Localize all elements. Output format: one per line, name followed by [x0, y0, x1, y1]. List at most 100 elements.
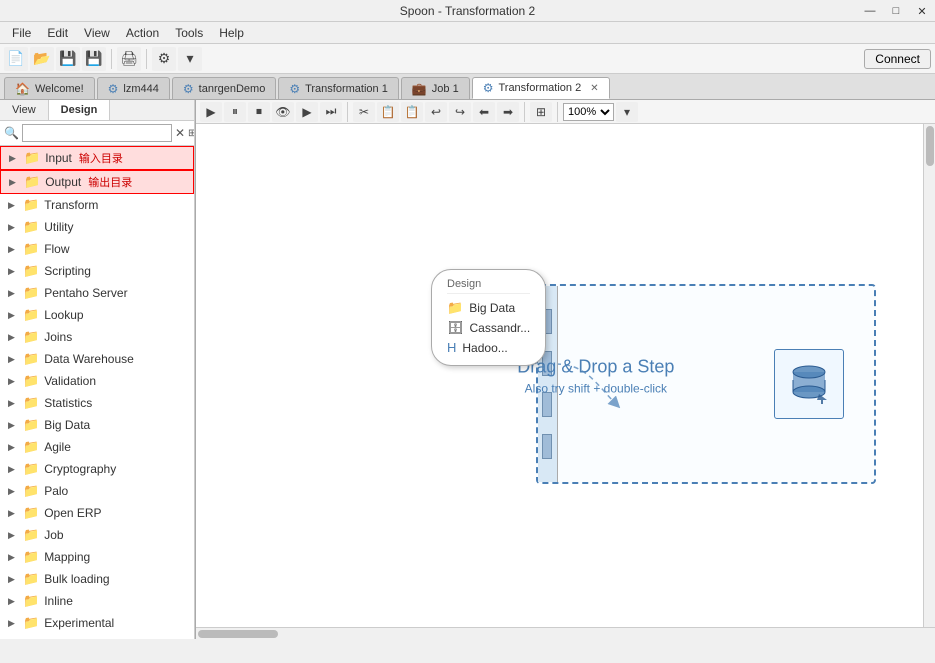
tab-trans1[interactable]: ⚙ Transformation 1 [278, 77, 399, 99]
folder-icon-utility: 📁 [23, 219, 39, 235]
clear-search-icon[interactable]: ✕ [175, 124, 185, 142]
maximize-button[interactable]: □ [883, 0, 909, 22]
folder-icon-statistics: 📁 [23, 395, 39, 411]
canvas[interactable]: Design 📁 Big Data 🗄 Cassandr... H Hadoo.… [196, 124, 923, 627]
expand-arrow-datawarehouse: ▶ [8, 354, 18, 365]
database-svg [787, 362, 832, 407]
cut-button[interactable]: ✂ [353, 102, 375, 122]
step-item-job[interactable]: ▶ 📁 Job [0, 524, 194, 546]
tab-trans2[interactable]: ⚙ Transformation 2 ✕ [472, 77, 610, 99]
pause-button[interactable]: ⏸ [224, 102, 246, 122]
bar-segment-3 [542, 392, 552, 417]
tab-close-trans2[interactable]: ✕ [590, 83, 598, 94]
tab-welcome[interactable]: 🏠 Welcome! [4, 77, 95, 99]
run-button[interactable]: ▶ [200, 102, 222, 122]
step-label-joins: Joins [44, 330, 72, 344]
run-step-button[interactable]: ▶ [296, 102, 318, 122]
menu-file[interactable]: File [4, 24, 39, 42]
step-item-input[interactable]: ▶ 📁 Input 输入目录 [0, 146, 194, 170]
step-item-datawarehouse[interactable]: ▶ 📁 Data Warehouse [0, 348, 194, 370]
step-item-lookup[interactable]: ▶ 📁 Lookup [0, 304, 194, 326]
toolbar-separator-1 [111, 49, 112, 69]
expand-arrow-statistics: ▶ [8, 398, 18, 409]
expand-all-icon[interactable]: ⊞ [188, 124, 195, 142]
tab-tanrgen[interactable]: ⚙ tanrgenDemo [172, 77, 276, 99]
skip-button[interactable]: ⏭ [320, 102, 342, 122]
step-item-mapping[interactable]: ▶ 📁 Mapping [0, 546, 194, 568]
panel-tab-view[interactable]: View [0, 100, 49, 120]
menu-tools[interactable]: Tools [167, 24, 211, 42]
annotation-output: 输出目录 [88, 174, 132, 190]
tab-label-job1: Job 1 [432, 83, 459, 95]
tooltip-db-icon-cassandra: 🗄 [447, 320, 464, 336]
copy-button[interactable]: 📋 [377, 102, 399, 122]
paste-button[interactable]: 📋 [401, 102, 423, 122]
expand-arrow-cryptography: ▶ [8, 464, 18, 475]
menu-help[interactable]: Help [211, 24, 252, 42]
folder-icon-openErp: 📁 [23, 505, 39, 521]
stop-button[interactable]: ⏹ [248, 102, 270, 122]
h-scroll-thumb[interactable] [198, 630, 278, 638]
menu-action[interactable]: Action [118, 24, 167, 42]
menu-edit[interactable]: Edit [39, 24, 76, 42]
step-item-pentaho[interactable]: ▶ 📁 Pentaho Server [0, 282, 194, 304]
undo-button[interactable]: ↩ [425, 102, 447, 122]
step-item-palo[interactable]: ▶ 📁 Palo [0, 480, 194, 502]
step-label-validation: Validation [44, 374, 96, 388]
tab-label-trans1: Transformation 1 [305, 83, 388, 95]
step-item-statistics[interactable]: ▶ 📁 Statistics [0, 392, 194, 414]
options-button[interactable]: ▾ [178, 47, 202, 71]
step-item-inline[interactable]: ▶ 📁 Inline [0, 590, 194, 612]
connect-button[interactable]: Connect [864, 49, 931, 69]
new-button[interactable]: 📄 [4, 47, 28, 71]
align-button[interactable]: ⊞ [530, 102, 552, 122]
expand-arrow-validation: ▶ [8, 376, 18, 387]
forward-button[interactable]: ➡ [497, 102, 519, 122]
preview-button[interactable]: 👁 [272, 102, 294, 122]
step-item-flow[interactable]: ▶ 📁 Flow [0, 238, 194, 260]
zoom-dropdown-button[interactable]: ▾ [616, 102, 638, 122]
tab-icon-welcome: 🏠 [15, 82, 30, 96]
step-item-cryptography[interactable]: ▶ 📁 Cryptography [0, 458, 194, 480]
search-input[interactable] [22, 124, 172, 142]
tab-lzm444[interactable]: ⚙ lzm444 [97, 77, 170, 99]
window-controls: — □ ✕ [857, 0, 935, 22]
step-item-validation[interactable]: ▶ 📁 Validation [0, 370, 194, 392]
menu-view[interactable]: View [76, 24, 118, 42]
tooltip-cassandra: 🗄 Cassandr... [447, 318, 530, 338]
horizontal-scrollbar[interactable] [196, 627, 935, 639]
open-button[interactable]: 📂 [30, 47, 54, 71]
panel-tab-design[interactable]: Design [49, 100, 111, 120]
db-icon [774, 349, 844, 419]
back-button[interactable]: ⬅ [473, 102, 495, 122]
save-button[interactable]: 💾 [56, 47, 80, 71]
print-button[interactable]: 🖨 [117, 47, 141, 71]
expand-arrow-palo: ▶ [8, 486, 18, 497]
step-item-openErp[interactable]: ▶ 📁 Open ERP [0, 502, 194, 524]
save-as-button[interactable]: 💾 [82, 47, 106, 71]
step-item-bulkLoading[interactable]: ▶ 📁 Bulk loading [0, 568, 194, 590]
app-title: Spoon - Transformation 2 [400, 4, 535, 18]
step-item-deprecated[interactable]: ▶ 📁 Deprecated [0, 634, 194, 639]
tab-job1[interactable]: 💼 Job 1 [401, 77, 470, 99]
step-item-transform[interactable]: ▶ 📁 Transform [0, 194, 194, 216]
step-item-agile[interactable]: ▶ 📁 Agile [0, 436, 194, 458]
step-item-output[interactable]: ▶ 📁 Output 输出目录 [0, 170, 194, 194]
vertical-scrollbar[interactable] [923, 124, 935, 627]
expand-arrow-experimental: ▶ [8, 618, 18, 629]
step-item-joins[interactable]: ▶ 📁 Joins [0, 326, 194, 348]
zoom-select[interactable]: 100% [563, 103, 614, 121]
steps-list: ▶ 📁 Input 输入目录 ▶ 📁 Output 输出目录 ▶ 📁 Trans… [0, 146, 194, 639]
step-label-bigdata: Big Data [44, 418, 90, 432]
minimize-button[interactable]: — [857, 0, 883, 22]
step-label-lookup: Lookup [44, 308, 83, 322]
redo-button[interactable]: ↪ [449, 102, 471, 122]
step-item-utility[interactable]: ▶ 📁 Utility [0, 216, 194, 238]
tooltip-hadoop: H Hadoo... [447, 338, 530, 357]
v-scroll-thumb[interactable] [926, 126, 934, 166]
close-button[interactable]: ✕ [909, 0, 935, 22]
settings-button[interactable]: ⚙ [152, 47, 176, 71]
step-item-experimental[interactable]: ▶ 📁 Experimental [0, 612, 194, 634]
step-item-bigdata[interactable]: ▶ 📁 Big Data [0, 414, 194, 436]
step-item-scripting[interactable]: ▶ 📁 Scripting [0, 260, 194, 282]
